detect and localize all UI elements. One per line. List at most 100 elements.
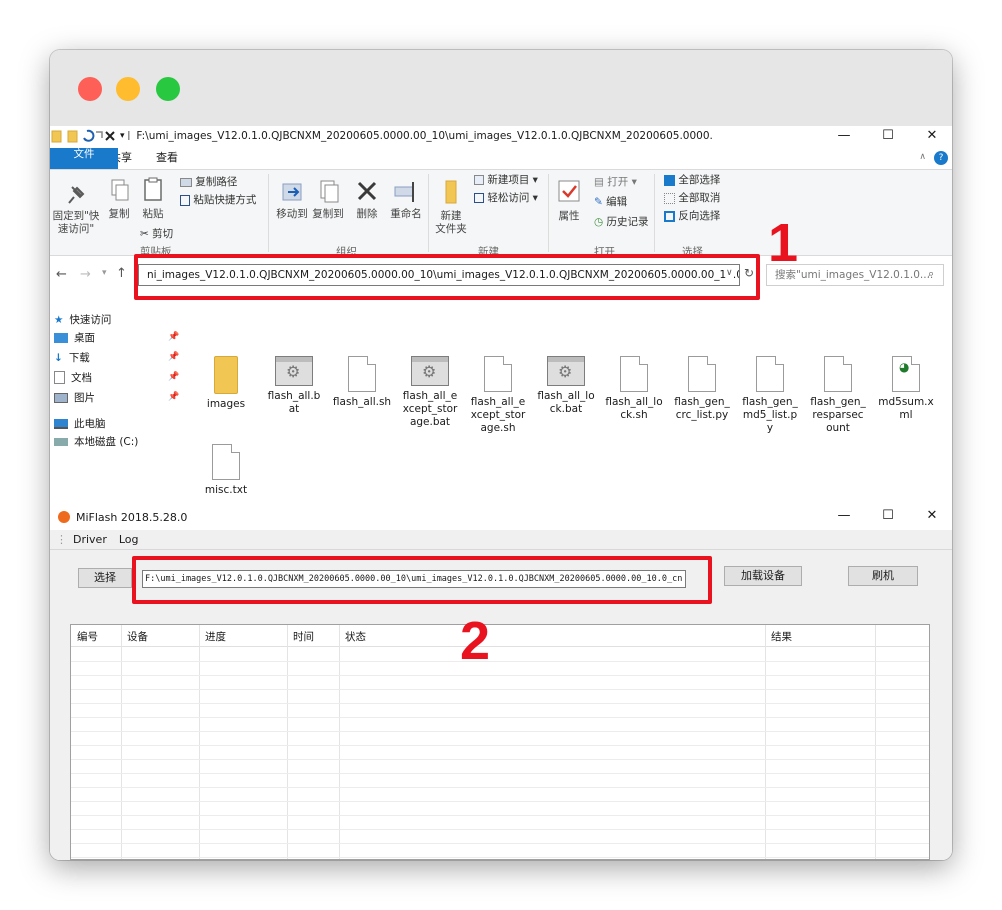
pin-icon[interactable]: 📌 [168, 372, 179, 382]
load-device-button[interactable]: 加载设备 [724, 566, 802, 586]
file-name: flash_all_lo ck.bat [537, 390, 595, 415]
copy-path-button[interactable]: 复制路径 [180, 174, 237, 189]
edit-button[interactable]: ✎ 编辑 [594, 194, 627, 209]
minimize-icon[interactable]: — [822, 506, 866, 526]
file-item[interactable]: ⚙ flash_all_e xcept_stor age.bat [396, 356, 464, 429]
history-button[interactable]: ◷ 历史记录 [594, 214, 649, 229]
new-item-button[interactable]: 新建项目 ▾ [474, 172, 538, 187]
nav-item-documents[interactable]: 文档 [54, 370, 92, 385]
column-header[interactable]: 结果 [771, 629, 792, 644]
batch-file-icon: ⚙ [547, 356, 585, 386]
move-to-button[interactable]: 移动到 [272, 178, 312, 221]
file-item[interactable]: ⚙ flash_all_lo ck.bat [532, 356, 600, 416]
row-line [71, 759, 929, 760]
minimize-icon[interactable]: — [822, 126, 866, 146]
nav-label: 本地磁盘 (C:) [74, 436, 139, 448]
close-traffic-light[interactable] [78, 77, 102, 101]
file-item[interactable]: ◕ md5sum.x ml [872, 356, 940, 422]
delete-button[interactable]: 删除 [352, 178, 382, 221]
select-none-icon [664, 192, 675, 204]
row-line [71, 717, 929, 718]
close-icon[interactable]: ✕ [910, 126, 952, 146]
ribbon-separator [428, 174, 429, 252]
help-icon[interactable]: ? [934, 151, 948, 165]
paste-button[interactable]: 粘贴 [138, 176, 168, 221]
file-name: flash_all_e xcept_stor age.sh [470, 396, 526, 434]
copy-button[interactable]: 复制 [104, 178, 134, 221]
properties-button[interactable]: 属性 [554, 178, 584, 223]
file-item[interactable]: flash_gen_ resparsec ount [804, 356, 872, 435]
file-item[interactable]: ⚙ flash_all.b at [260, 356, 328, 416]
nav-item-downloads[interactable]: ↓ 下载 [54, 350, 90, 365]
new-item-icon [474, 175, 484, 185]
pin-quick-access-button[interactable]: 固定到"快 速访问" [50, 184, 102, 236]
file-item[interactable]: flash_gen_ crc_list.py [668, 356, 736, 422]
copy-icon [111, 179, 129, 201]
ribbon-tabs: 文件 主页 共享 查看 ∧ ? [50, 148, 952, 170]
close-icon[interactable]: ✕ [910, 506, 952, 526]
rename-button[interactable]: 重命名 [388, 178, 424, 221]
file-item[interactable]: flash_all_e xcept_stor age.sh [464, 356, 532, 435]
column-header[interactable]: 时间 [293, 629, 314, 644]
select-none-button[interactable]: 全部取消 [664, 190, 720, 205]
maximize-icon[interactable]: ☐ [866, 126, 910, 146]
column-header[interactable]: 状态 [345, 629, 366, 644]
new-folder-icon [445, 180, 457, 204]
up-arrow-icon[interactable]: ↑ [116, 266, 127, 281]
file-item[interactable]: misc.txt [192, 444, 260, 497]
invert-select-button[interactable]: 反向选择 [664, 208, 720, 223]
nav-item-local-disk[interactable]: 本地磁盘 (C:) [54, 434, 138, 449]
pin-icon[interactable]: 📌 [168, 392, 179, 402]
row-line [71, 801, 929, 802]
row-line [71, 731, 929, 732]
paste-label: 粘贴 [142, 208, 164, 220]
file-item[interactable]: flash_all_lo ck.sh [600, 356, 668, 422]
minimize-traffic-light[interactable] [116, 77, 140, 101]
back-arrow-icon[interactable]: ← [56, 267, 67, 282]
nav-label: 快速访问 [69, 314, 112, 326]
forward-arrow-icon[interactable]: → [80, 267, 91, 282]
menu-log[interactable]: Log [119, 533, 139, 546]
pin-icon[interactable]: 📌 [168, 352, 179, 362]
nav-item-desktop[interactable]: 桌面 [54, 330, 95, 345]
file-item[interactable]: images [192, 356, 260, 411]
column-header[interactable]: 编号 [77, 629, 98, 644]
explorer-window-controls: — ☐ ✕ [822, 126, 952, 146]
pin-icon [68, 186, 85, 204]
miflash-title: MiFlash 2018.5.28.0 [76, 510, 188, 524]
column-header[interactable]: 进度 [205, 629, 226, 644]
tab-file[interactable]: 文件 [50, 148, 118, 169]
select-all-button[interactable]: 全部选择 [664, 172, 720, 187]
select-button[interactable]: 选择 [78, 568, 132, 588]
tab-view[interactable]: 查看 [144, 148, 190, 169]
column-header[interactable]: 设备 [127, 629, 148, 644]
flash-button[interactable]: 刷机 [848, 566, 918, 586]
history-icon: ◷ [594, 216, 604, 228]
recent-dropdown-icon[interactable]: ▾ [102, 268, 107, 278]
pin-icon[interactable]: 📌 [168, 332, 179, 342]
file-item[interactable]: flash_all.sh [328, 356, 396, 409]
new-folder-button[interactable]: 新建 文件夹 [432, 178, 470, 236]
move-to-label: 移动到 [276, 208, 308, 220]
copy-to-button[interactable]: 复制到 [310, 178, 346, 221]
document-icon [756, 356, 784, 392]
invert-select-icon [664, 210, 675, 222]
move-to-icon [282, 183, 302, 201]
nav-item-pictures[interactable]: 图片 [54, 390, 95, 405]
paste-shortcut-button[interactable]: 粘贴快捷方式 [180, 192, 256, 207]
collapse-ribbon-icon[interactable]: ∧ [919, 152, 926, 162]
cut-button[interactable]: ✂ 剪切 [140, 226, 173, 241]
nav-item-this-pc[interactable]: 此电脑 [54, 416, 106, 431]
maximize-icon[interactable]: ☐ [866, 506, 910, 526]
qat-dropdown-icon[interactable]: ▾ | [120, 131, 130, 141]
open-button[interactable]: ▤ 打开 ▾ [594, 174, 637, 189]
easy-access-button[interactable]: 轻松访问 ▾ [474, 190, 538, 205]
zoom-traffic-light[interactable] [156, 77, 180, 101]
menu-driver[interactable]: Driver [73, 533, 107, 546]
file-item[interactable]: flash_gen_ md5_list.p y [736, 356, 804, 435]
folder-icon [214, 356, 238, 394]
quick-access-toolbar-icons[interactable] [50, 128, 116, 144]
row-line [71, 857, 929, 858]
file-name: flash_gen_ crc_list.py [674, 396, 730, 421]
nav-item-quick-access[interactable]: ★ 快速访问 [54, 312, 111, 327]
